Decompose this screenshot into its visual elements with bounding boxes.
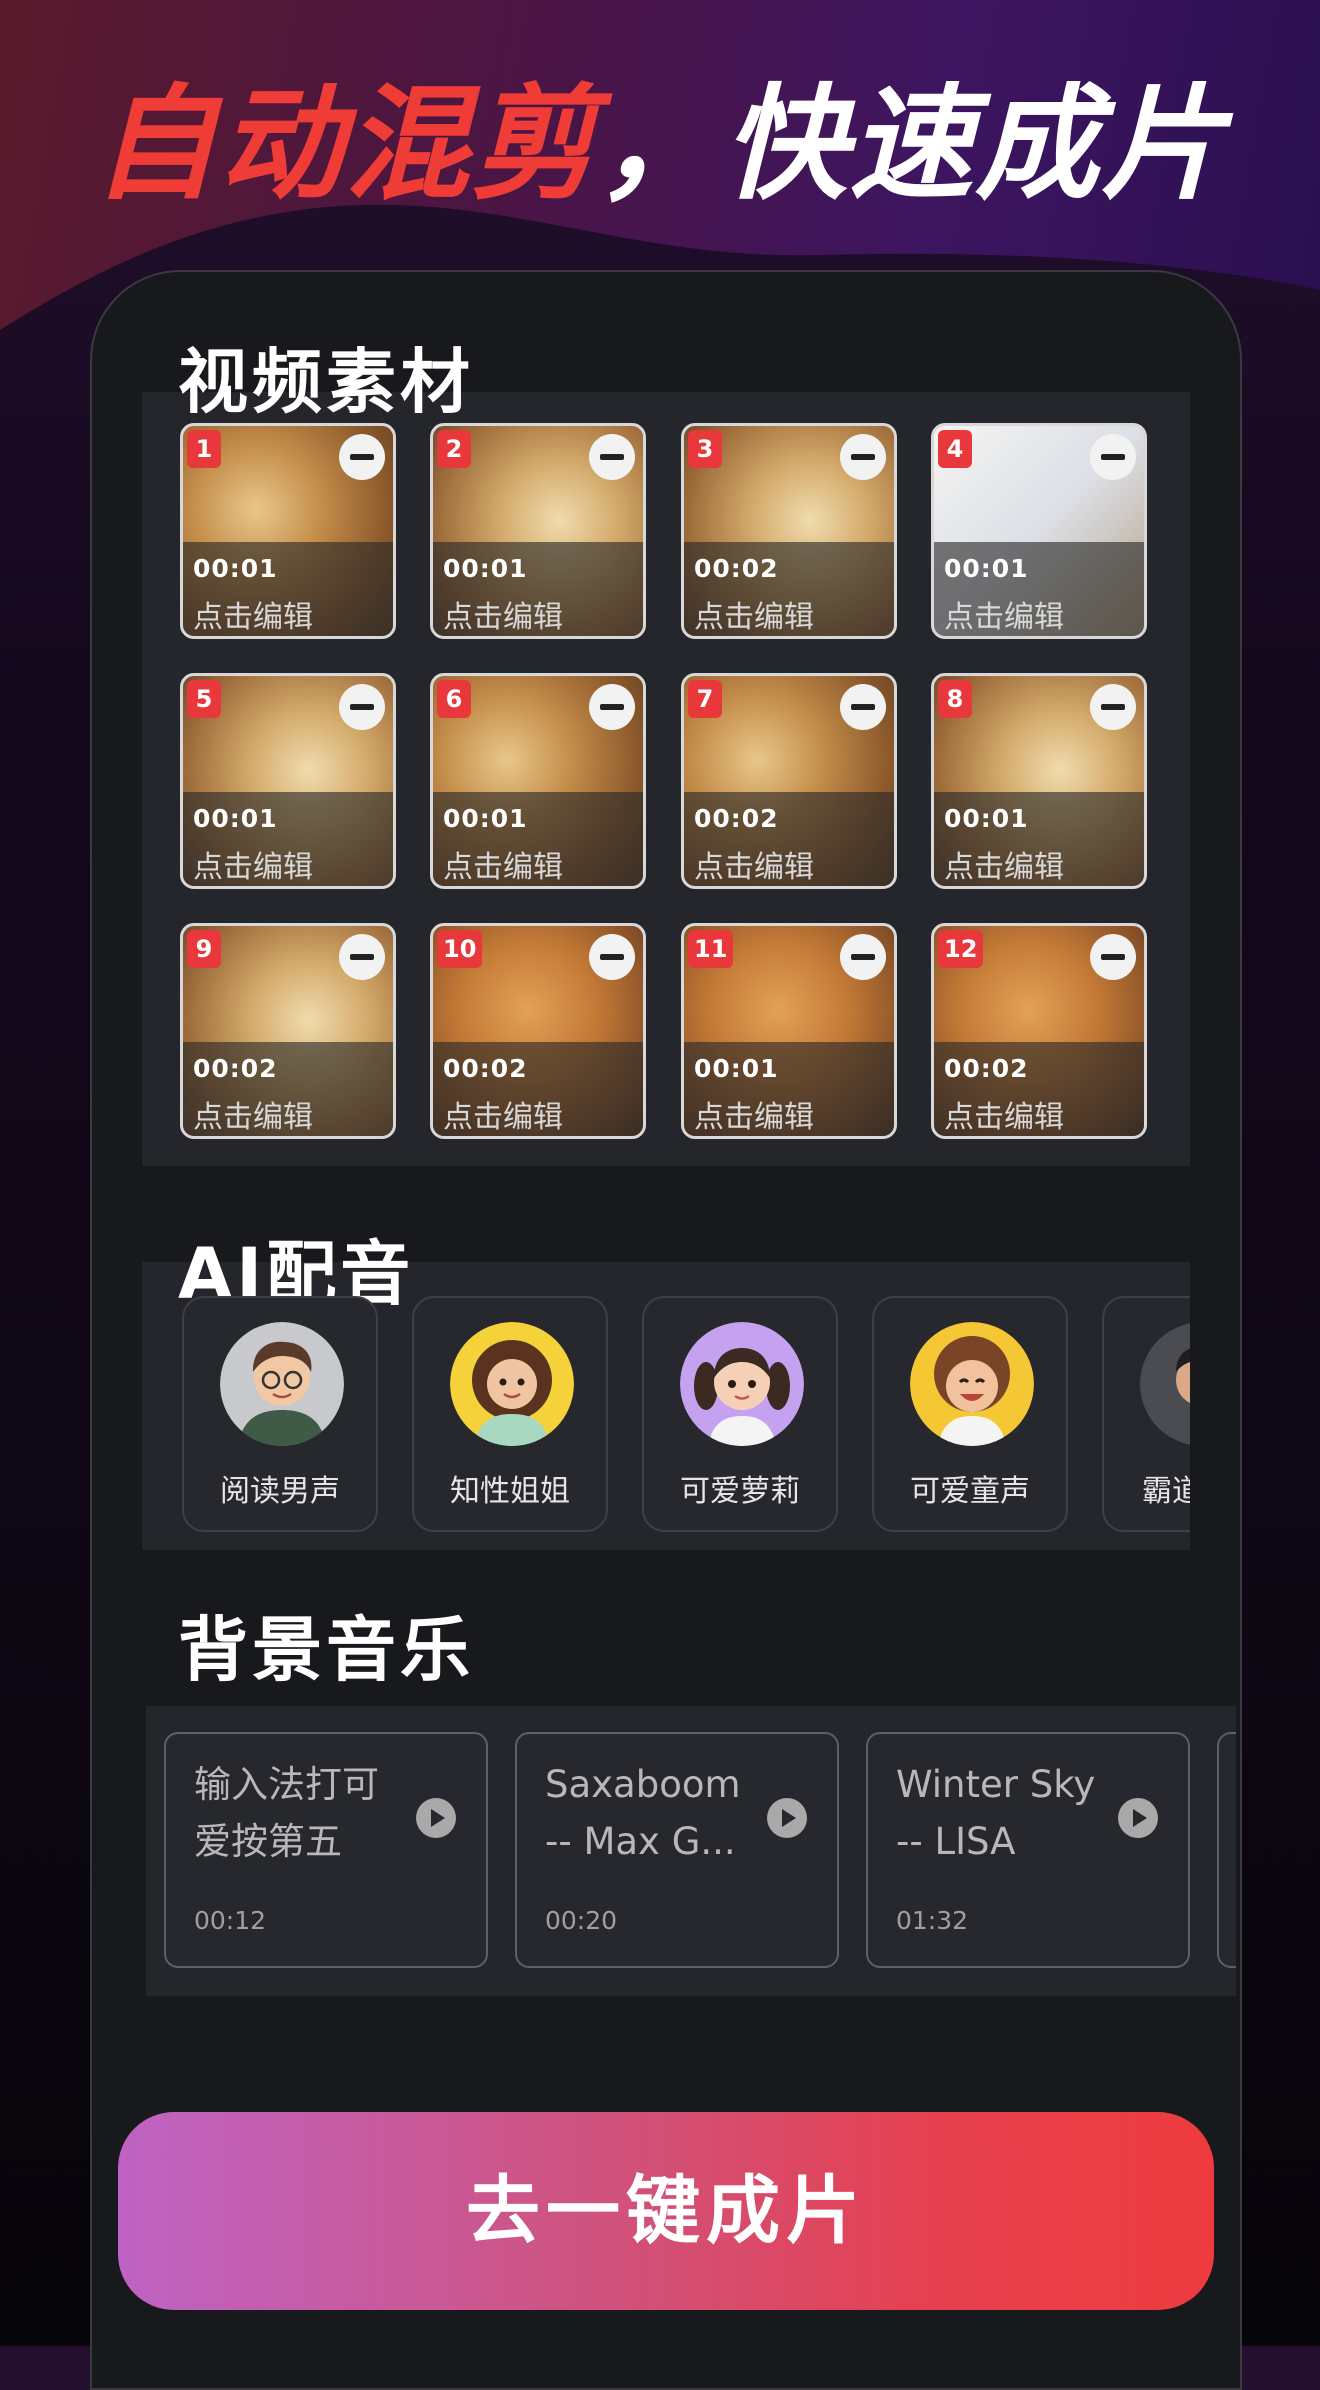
- clip-duration: 00:02: [694, 554, 779, 583]
- clip-edit-label[interactable]: 点击编辑: [944, 1092, 1064, 1136]
- music-duration: 00:20: [545, 1906, 618, 1935]
- remove-clip-icon[interactable]: [1090, 434, 1136, 480]
- clip-tile-8[interactable]: 8 00:01 点击编辑: [931, 673, 1147, 889]
- headline: 自动混剪，快速成片: [0, 70, 1320, 220]
- remove-clip-icon[interactable]: [589, 434, 635, 480]
- play-icon[interactable]: [416, 1798, 456, 1838]
- headline-highlight: 自动混剪: [92, 73, 597, 217]
- clip-tile-6[interactable]: 6 00:01 点击编辑: [430, 673, 646, 889]
- clip-edit-label[interactable]: 点击编辑: [694, 1092, 814, 1136]
- headline-rest: ，快速成片: [597, 73, 1228, 217]
- one-click-create-button[interactable]: 去一键成片: [118, 2112, 1214, 2310]
- clip-tile-4[interactable]: 4 00:01 点击编辑: [931, 423, 1147, 639]
- clip-duration: 00:01: [944, 554, 1029, 583]
- clip-tile-2[interactable]: 2 00:01 点击编辑: [430, 423, 646, 639]
- voice-name: 可爱萝莉: [680, 1474, 800, 1509]
- clip-tile-12[interactable]: 12 00:02 点击编辑: [931, 923, 1147, 1139]
- voice-card-1[interactable]: 阅读男声: [182, 1296, 378, 1532]
- remove-clip-icon[interactable]: [1090, 934, 1136, 980]
- clip-edit-label[interactable]: 点击编辑: [193, 842, 313, 886]
- remove-clip-icon[interactable]: [840, 434, 886, 480]
- clip-duration: 00:02: [443, 1054, 528, 1083]
- remove-clip-icon[interactable]: [339, 684, 385, 730]
- remove-clip-icon[interactable]: [1090, 684, 1136, 730]
- clip-number-badge: 4: [938, 430, 972, 468]
- music-card-partial[interactable]: [1217, 1732, 1236, 1968]
- avatar-man-icon: [1140, 1323, 1190, 1445]
- music-duration: 01:32: [896, 1906, 969, 1935]
- play-icon[interactable]: [1118, 1798, 1158, 1838]
- voice-name: 知性姐姐: [450, 1474, 570, 1509]
- avatar-curly-woman-icon: [450, 1322, 574, 1446]
- avatar-pigtail-girl-icon: [680, 1322, 804, 1446]
- clip-edit-label[interactable]: 点击编辑: [694, 842, 814, 886]
- music-card-2[interactable]: Saxaboom -- Max G... 00:20: [515, 1732, 839, 1968]
- music-title: Saxaboom -- Max G...: [545, 1763, 741, 1863]
- clip-number-badge: 9: [187, 930, 221, 968]
- remove-clip-icon[interactable]: [840, 684, 886, 730]
- music-card-1[interactable]: 输入法打可 爱按第五 00:12: [164, 1732, 488, 1968]
- clip-number-badge: 1: [187, 430, 221, 468]
- clip-tile-9[interactable]: 9 00:02 点击编辑: [180, 923, 396, 1139]
- clip-edit-label[interactable]: 点击编辑: [944, 842, 1064, 886]
- avatar-glasses-man-icon: [220, 1322, 344, 1446]
- voice-name: 可爱童声: [910, 1474, 1030, 1509]
- clip-tile-3[interactable]: 3 00:02 点击编辑: [681, 423, 897, 639]
- video-section-title: 视频素材: [178, 341, 474, 423]
- clip-number-badge: 7: [688, 680, 722, 718]
- remove-clip-icon[interactable]: [589, 684, 635, 730]
- clip-duration: 00:01: [443, 554, 528, 583]
- clip-edit-label[interactable]: 点击编辑: [694, 592, 814, 636]
- music-title: Winter Sky -- LISA: [896, 1763, 1096, 1863]
- clip-tile-7[interactable]: 7 00:02 点击编辑: [681, 673, 897, 889]
- clip-duration: 00:01: [694, 1054, 779, 1083]
- clip-number-badge: 5: [187, 680, 221, 718]
- clip-duration: 00:02: [193, 1054, 278, 1083]
- play-icon[interactable]: [767, 1798, 807, 1838]
- clip-duration: 00:01: [443, 804, 528, 833]
- clip-number-badge: 10: [437, 930, 483, 968]
- voice-name: 霸道: [1142, 1474, 1190, 1509]
- remove-clip-icon[interactable]: [589, 934, 635, 980]
- clip-edit-label[interactable]: 点击编辑: [193, 592, 313, 636]
- voice-card-4[interactable]: 可爱童声: [872, 1296, 1068, 1532]
- remove-clip-icon[interactable]: [840, 934, 886, 980]
- clip-duration: 00:01: [193, 554, 278, 583]
- clip-number-badge: 12: [938, 930, 984, 968]
- clip-tile-11[interactable]: 11 00:01 点击编辑: [681, 923, 897, 1139]
- clip-number-badge: 6: [437, 680, 471, 718]
- clip-duration: 00:02: [944, 1054, 1029, 1083]
- clip-edit-label[interactable]: 点击编辑: [443, 842, 563, 886]
- clip-duration: 00:01: [193, 804, 278, 833]
- music-card-3[interactable]: Winter Sky -- LISA 01:32: [866, 1732, 1190, 1968]
- music-title: 输入法打可 爱按第五: [194, 1763, 379, 1863]
- music-duration: 00:12: [194, 1906, 267, 1935]
- clip-duration: 00:01: [944, 804, 1029, 833]
- music-section-title: 背景音乐: [178, 1609, 474, 1691]
- voice-card-5[interactable]: 霸道: [1102, 1296, 1190, 1532]
- clip-tile-5[interactable]: 5 00:01 点击编辑: [180, 673, 396, 889]
- clip-number-badge: 11: [688, 930, 734, 968]
- clip-number-badge: 2: [437, 430, 471, 468]
- clip-edit-label[interactable]: 点击编辑: [193, 1092, 313, 1136]
- remove-clip-icon[interactable]: [339, 434, 385, 480]
- avatar-curly-child-icon: [910, 1322, 1034, 1446]
- clip-edit-label[interactable]: 点击编辑: [443, 592, 563, 636]
- voice-name: 阅读男声: [220, 1474, 340, 1509]
- clip-number-badge: 3: [688, 430, 722, 468]
- clip-tile-10[interactable]: 10 00:02 点击编辑: [430, 923, 646, 1139]
- clip-number-badge: 8: [938, 680, 972, 718]
- clip-edit-label[interactable]: 点击编辑: [944, 592, 1064, 636]
- remove-clip-icon[interactable]: [339, 934, 385, 980]
- cta-label: 去一键成片: [466, 2168, 866, 2254]
- clip-duration: 00:02: [694, 804, 779, 833]
- voice-card-2[interactable]: 知性姐姐: [412, 1296, 608, 1532]
- clip-tile-1[interactable]: 1 00:01 点击编辑: [180, 423, 396, 639]
- clip-edit-label[interactable]: 点击编辑: [443, 1092, 563, 1136]
- voice-card-3[interactable]: 可爱萝莉: [642, 1296, 838, 1532]
